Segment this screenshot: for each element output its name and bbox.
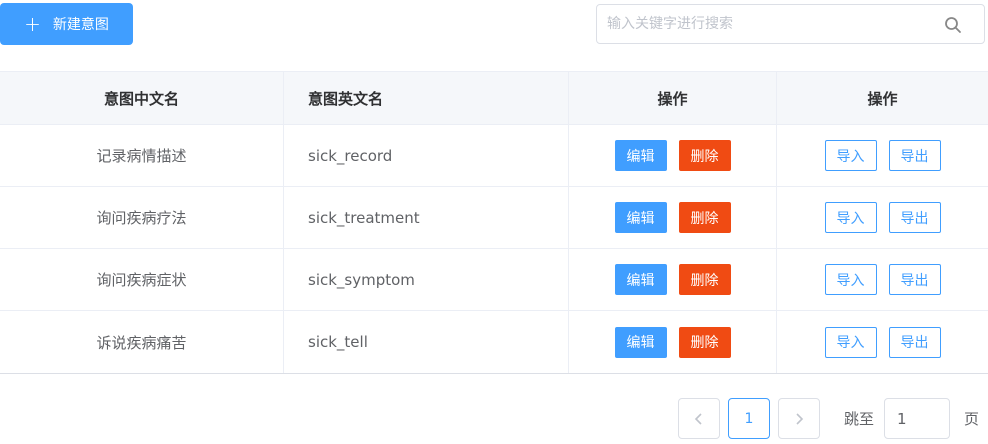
io-cell: 导入 导出 [777, 311, 988, 373]
search-input[interactable] [607, 5, 927, 43]
pagination: 1 跳至 页 [678, 398, 979, 439]
jump-page-input[interactable] [884, 398, 951, 439]
intent-cn-name: 询问疾病症状 [0, 249, 284, 310]
page-unit-label: 页 [964, 410, 980, 428]
header-cn-name: 意图中文名 [0, 72, 284, 124]
edit-button[interactable]: 编辑 [614, 264, 667, 295]
page-number-button[interactable]: 1 [728, 398, 770, 439]
import-button[interactable]: 导入 [824, 326, 877, 358]
io-cell: 导入 导出 [777, 187, 988, 248]
table-header: 意图中文名 意图英文名 操作 操作 [0, 72, 988, 125]
import-button[interactable]: 导入 [824, 202, 877, 233]
intent-en-name: sick_treatment [284, 187, 569, 248]
intent-cn-name: 记录病情描述 [0, 125, 284, 186]
search-box[interactable] [596, 4, 985, 44]
import-button[interactable]: 导入 [824, 264, 877, 295]
delete-button[interactable]: 删除 [678, 202, 731, 233]
actions-cell: 编辑 删除 [569, 125, 777, 186]
actions-cell: 编辑 删除 [569, 311, 777, 373]
table-row: 询问疾病疗法 sick_treatment 编辑 删除 导入 导出 [0, 187, 988, 249]
header-en-name: 意图英文名 [284, 72, 569, 124]
table-row: 记录病情描述 sick_record 编辑 删除 导入 导出 [0, 125, 988, 187]
intent-en-name: sick_tell [284, 311, 569, 373]
plus-icon: + [24, 12, 41, 36]
next-page-button[interactable] [778, 398, 820, 439]
export-button[interactable]: 导出 [888, 202, 941, 233]
edit-button[interactable]: 编辑 [614, 140, 667, 171]
export-button[interactable]: 导出 [888, 140, 941, 171]
intent-en-name: sick_symptom [284, 249, 569, 310]
io-cell: 导入 导出 [777, 125, 988, 186]
delete-button[interactable]: 删除 [678, 264, 731, 295]
header-actions-io: 操作 [867, 89, 898, 108]
header-actions: 操作 [569, 72, 777, 124]
intent-table: 意图中文名 意图英文名 操作 操作 记录病情描述 sick_record 编辑 … [0, 71, 988, 374]
search-icon[interactable] [944, 16, 962, 34]
actions-cell: 编辑 删除 [569, 187, 777, 248]
table-row: 询问疾病症状 sick_symptom 编辑 删除 导入 导出 [0, 249, 988, 311]
intent-en-name: sick_record [284, 125, 569, 186]
new-intent-label: 新建意图 [52, 17, 109, 33]
delete-button[interactable]: 删除 [678, 326, 731, 358]
edit-button[interactable]: 编辑 [614, 326, 667, 358]
jump-label: 跳至 [844, 410, 875, 428]
io-cell: 导入 导出 [777, 249, 988, 310]
intent-cn-name: 诉说疾病痛苦 [0, 311, 284, 373]
table-row: 诉说疾病痛苦 sick_tell 编辑 删除 导入 导出 [0, 311, 988, 373]
chevron-right-icon [796, 412, 804, 425]
import-button[interactable]: 导入 [824, 140, 877, 171]
intent-cn-name: 询问疾病疗法 [0, 187, 284, 248]
export-button[interactable]: 导出 [888, 326, 941, 358]
chevron-left-icon [694, 412, 702, 425]
prev-page-button[interactable] [678, 398, 720, 439]
new-intent-button[interactable]: + 新建意图 [0, 3, 133, 45]
export-button[interactable]: 导出 [888, 264, 941, 295]
actions-cell: 编辑 删除 [569, 249, 777, 310]
delete-button[interactable]: 删除 [678, 140, 731, 171]
edit-button[interactable]: 编辑 [614, 202, 667, 233]
